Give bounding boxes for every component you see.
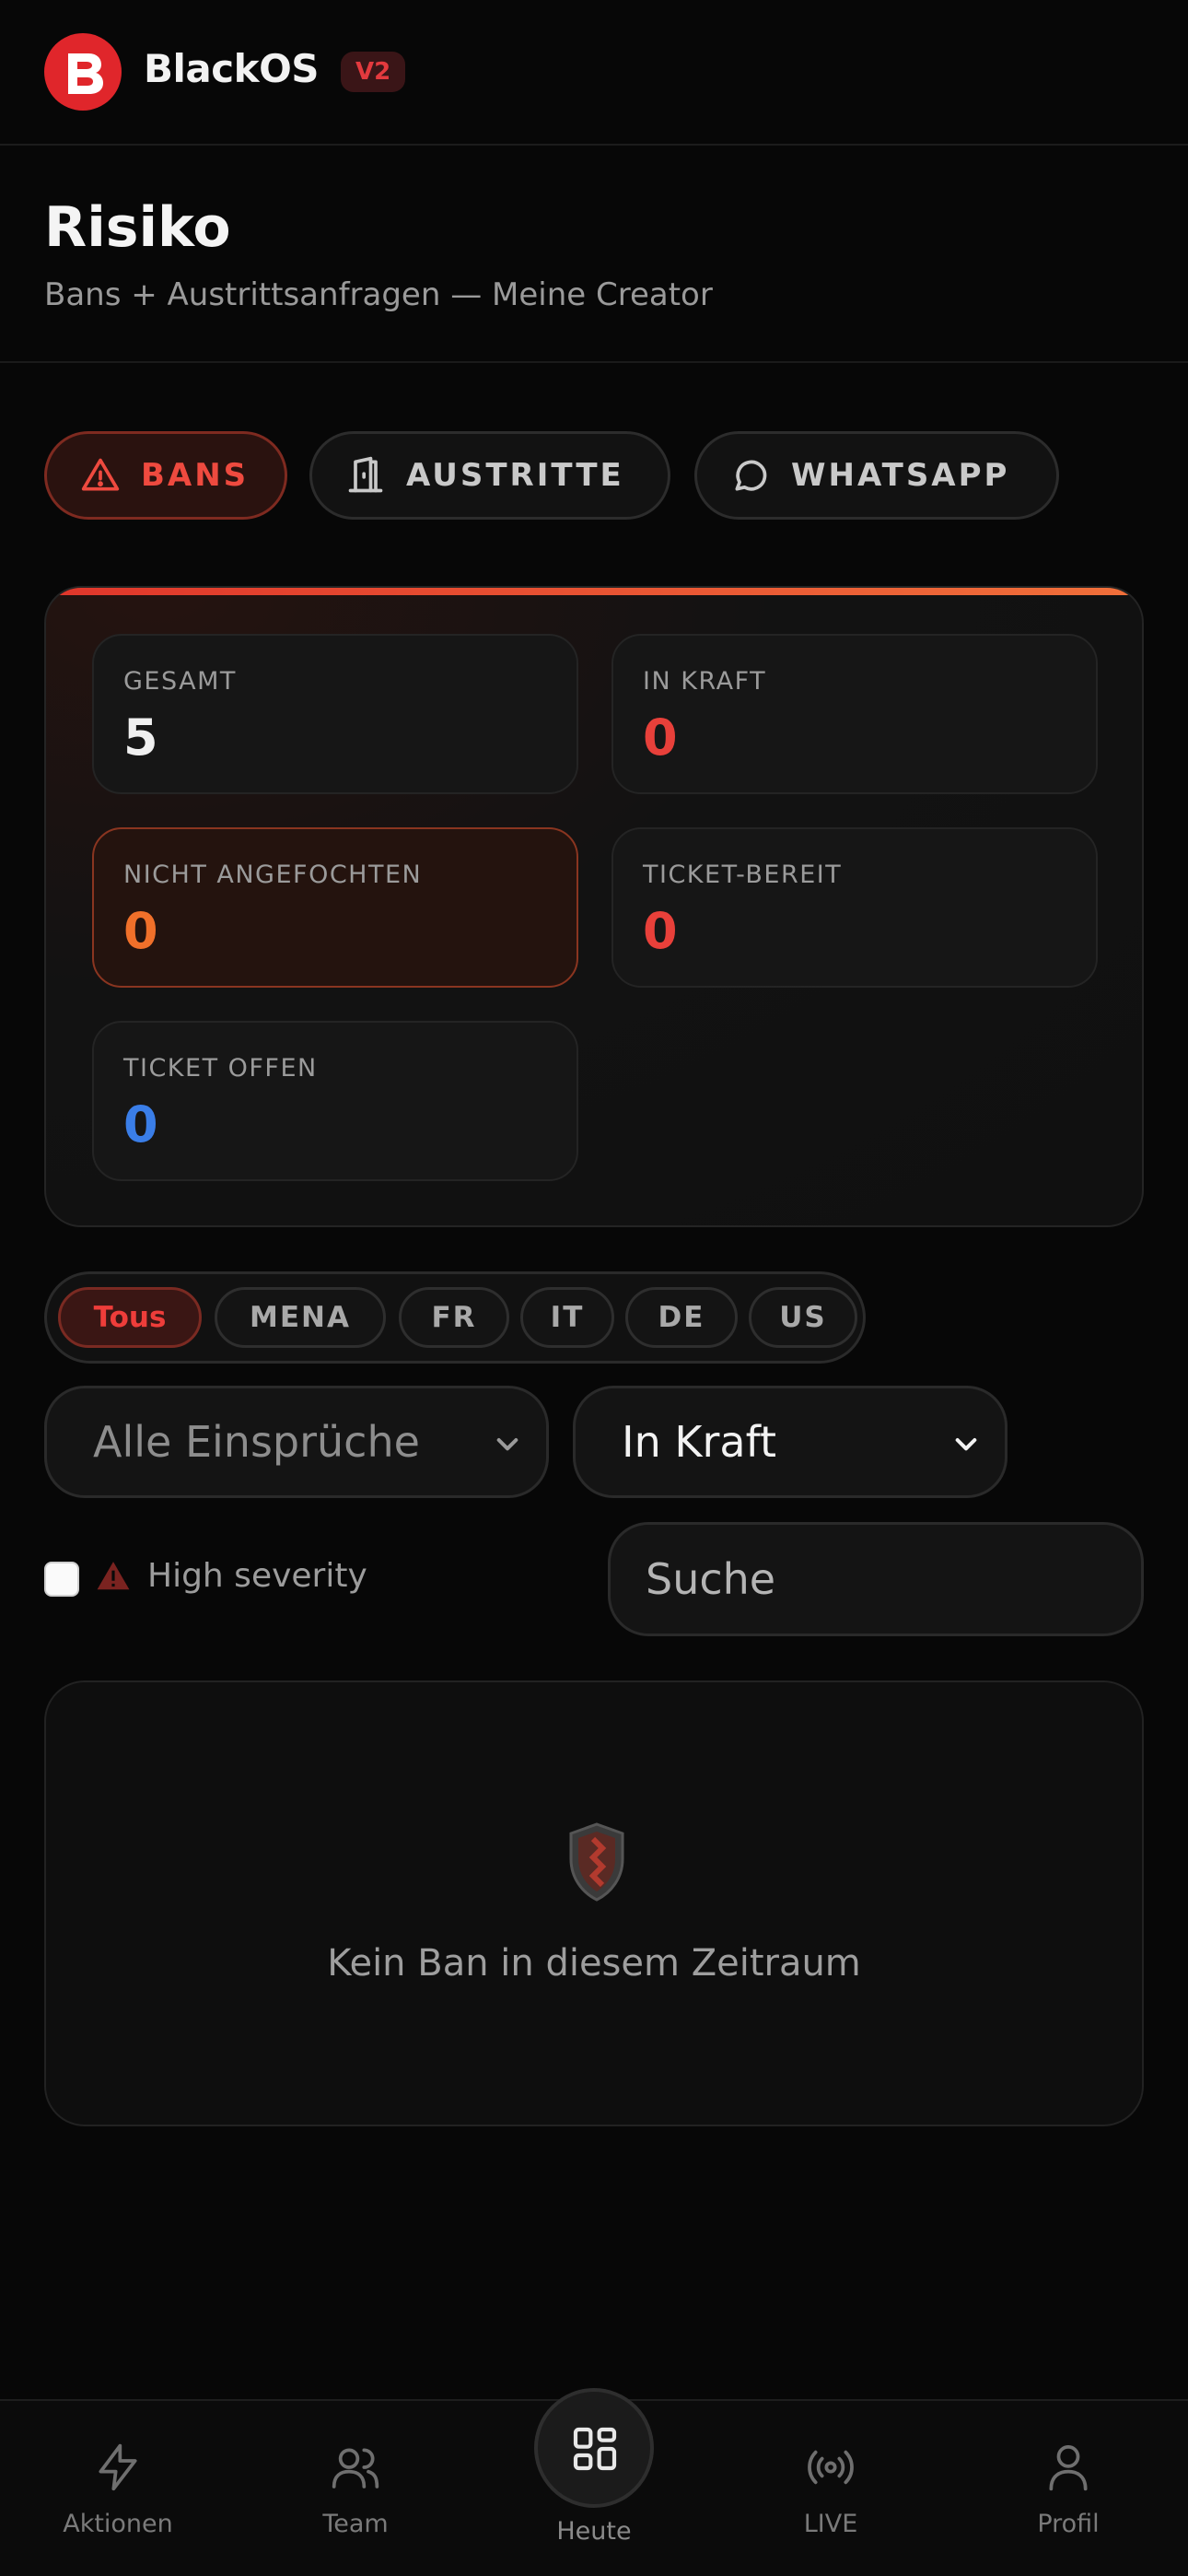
empty-state-text: Kein Ban in diesem Zeitraum (327, 1942, 861, 1985)
nav-label-heute: Heute (556, 2517, 632, 2546)
stat-nicht-angefochten[interactable]: NICHT ANGEFOCHTEN 0 (92, 827, 578, 988)
stat-value: 0 (643, 708, 678, 767)
lightning-icon (99, 2443, 137, 2491)
chat-bubble-icon (735, 460, 767, 491)
region-filter: Tous MENA FR IT DE US (44, 1271, 866, 1364)
nav-label: Aktionen (63, 2510, 173, 2538)
empty-state-card: Kein Ban in diesem Zeitraum (44, 1680, 1144, 2126)
warning-triangle-icon (81, 458, 120, 491)
stat-ticket-offen[interactable]: TICKET OFFEN 0 (92, 1021, 578, 1181)
search-input[interactable]: Suche (608, 1522, 1144, 1636)
ban-stats-card: GESAMT 5 IN KRAFT 0 NICHT ANGEFOCHTEN 0 … (44, 586, 1144, 1227)
stat-value: 0 (123, 902, 158, 960)
tab-whatsapp-label: WHATSAPP (791, 457, 1010, 494)
users-icon (332, 2448, 379, 2488)
region-chip-it[interactable]: IT (520, 1287, 614, 1348)
nav-item-profil[interactable]: Profil (976, 2401, 1160, 2576)
stat-value: 0 (643, 902, 678, 960)
tab-austritte[interactable]: AUSTRITTE (309, 431, 670, 520)
stat-value: 5 (123, 708, 158, 767)
broadcast-icon (808, 2450, 854, 2485)
region-chip-us[interactable]: US (749, 1287, 857, 1348)
nav-item-aktionen[interactable]: Aktionen (26, 2401, 210, 2576)
logo-b-icon (68, 53, 103, 94)
nav-item-heute[interactable] (534, 2388, 654, 2508)
warning-icon (97, 1562, 130, 1590)
nav-label: Profil (1037, 2510, 1100, 2538)
high-severity-label[interactable]: High severity (147, 1557, 367, 1595)
tab-whatsapp[interactable]: WHATSAPP (694, 431, 1059, 520)
high-severity-checkbox[interactable] (44, 1562, 79, 1597)
nav-label: Team (322, 2510, 389, 2538)
tab-bans-label: BANS (141, 457, 250, 494)
brand-name: BlackOS (144, 46, 320, 91)
stat-label: TICKET OFFEN (123, 1054, 318, 1083)
stat-label: IN KRAFT (643, 667, 767, 696)
shield-icon (569, 1822, 624, 1902)
status-select[interactable]: In Kraft (573, 1386, 1007, 1498)
blackos-logo[interactable] (44, 33, 122, 111)
version-badge: V2 (341, 52, 406, 92)
region-chip-fr[interactable]: FR (399, 1287, 509, 1348)
stat-in-kraft[interactable]: IN KRAFT 0 (611, 634, 1098, 794)
stat-gesamt[interactable]: GESAMT 5 (92, 634, 578, 794)
nav-item-live[interactable]: LIVE (739, 2401, 923, 2576)
page-title: Risiko (44, 195, 231, 260)
region-chip-mena[interactable]: MENA (215, 1287, 386, 1348)
stat-label: NICHT ANGEFOCHTEN (123, 861, 423, 889)
chevron-down-icon (496, 1438, 518, 1451)
nav-item-team[interactable]: Team (263, 2401, 448, 2576)
user-icon (1049, 2444, 1088, 2491)
top-bar: BlackOS V2 (0, 0, 1188, 146)
divider (0, 361, 1188, 363)
door-exit-icon (348, 456, 383, 493)
stat-label: GESAMT (123, 667, 237, 696)
region-chip-tous[interactable]: Tous (58, 1287, 202, 1348)
chevron-down-icon (955, 1438, 977, 1451)
stat-ticket-bereit[interactable]: TICKET-BEREIT 0 (611, 827, 1098, 988)
stat-value: 0 (123, 1095, 158, 1153)
appeal-select[interactable]: Alle Einsprüche (44, 1386, 549, 1498)
appeal-select-value: Alle Einsprüche (93, 1417, 420, 1467)
status-select-value: In Kraft (622, 1417, 777, 1467)
region-chip-de[interactable]: DE (625, 1287, 738, 1348)
tab-austritte-label: AUSTRITTE (406, 457, 624, 494)
grid-icon (573, 2427, 617, 2471)
nav-label: LIVE (803, 2510, 858, 2538)
stat-label: TICKET-BEREIT (643, 861, 843, 889)
page-subtitle: Bans + Austrittsanfragen — Meine Creator (44, 276, 713, 313)
tab-bans[interactable]: BANS (44, 431, 287, 520)
